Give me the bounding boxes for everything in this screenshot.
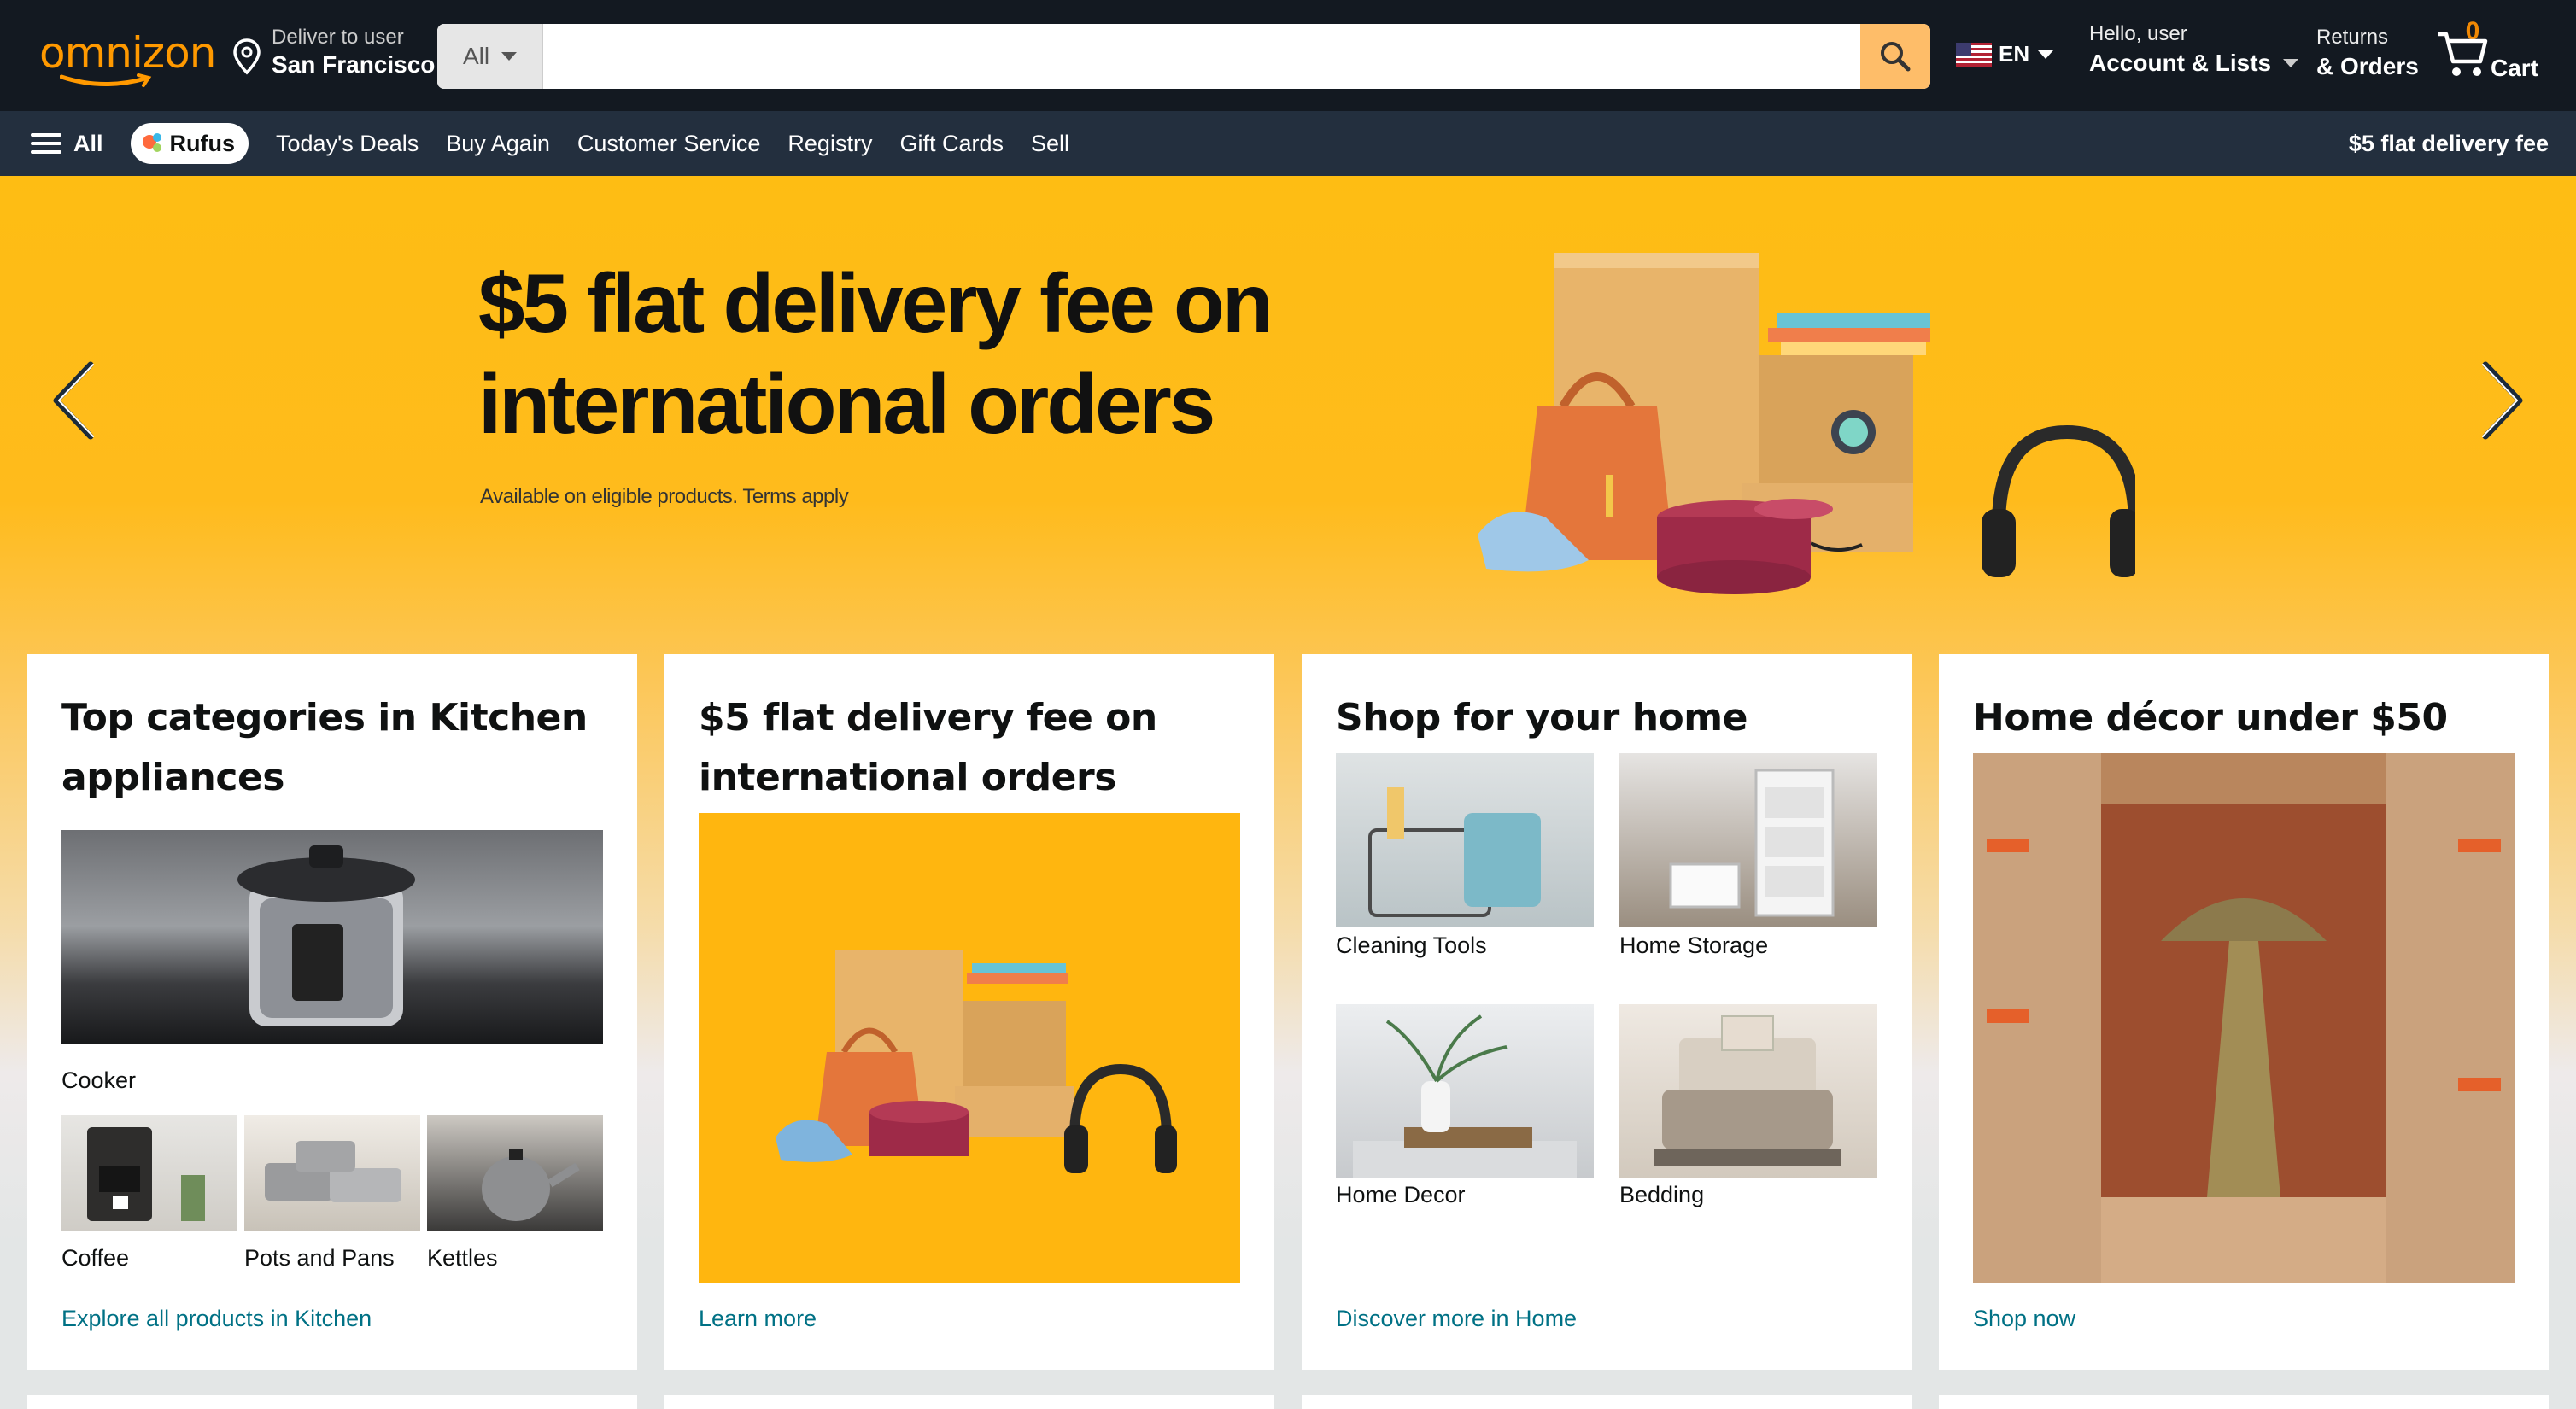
card-home-decor-under-50: Home décor under $50 Shop now — [1939, 654, 2549, 1370]
cooker-image[interactable] — [61, 830, 603, 1044]
hero-title: $5 flat delivery fee on international or… — [478, 253, 1418, 454]
cart-button[interactable]: 0 Cart — [2436, 14, 2556, 91]
returns-label: Returns — [2316, 26, 2389, 49]
carousel-next-button[interactable] — [2468, 354, 2537, 447]
cleaning-tools-image[interactable] — [1336, 753, 1594, 927]
hero-subtitle: Available on eligible products. Terms ap… — [480, 485, 849, 508]
account-greeting: Hello, user — [2089, 22, 2187, 45]
shop-now-link[interactable]: Shop now — [1973, 1306, 2075, 1332]
search-icon — [1881, 42, 1911, 72]
next-row-card — [1939, 1395, 2549, 1409]
coffee-machine-icon — [87, 1127, 205, 1221]
deliver-label: Deliver to user — [272, 26, 404, 49]
card-title: Top categories in Kitchen appliances — [61, 696, 588, 799]
pots-and-pans-caption[interactable]: Pots and Pans — [244, 1245, 395, 1272]
language-selector[interactable]: EN — [1956, 41, 2054, 67]
nav-link-gift-cards[interactable]: Gift Cards — [899, 131, 1004, 157]
coffee-caption[interactable]: Coffee — [61, 1245, 129, 1272]
bedding-caption[interactable]: Bedding — [1619, 1182, 1704, 1208]
pots-icon — [265, 1141, 401, 1202]
us-flag-icon — [1956, 42, 1992, 67]
next-row-card — [664, 1395, 1274, 1409]
storage-cabinet-icon — [1669, 769, 1835, 917]
card-home-essentials: Shop for your home essentials Cleaning T… — [1302, 654, 1912, 1370]
nav-link-sell[interactable]: Sell — [1031, 131, 1069, 157]
nav-link-buy-again[interactable]: Buy Again — [446, 131, 550, 157]
search-scope-dropdown[interactable]: All — [437, 24, 543, 89]
rufus-icon — [142, 133, 163, 154]
all-menu-label: All — [73, 130, 103, 156]
nav-link-todays-deals[interactable]: Today's Deals — [276, 131, 419, 157]
orders-label: & Orders — [2316, 53, 2419, 79]
cart-icon — [2438, 32, 2488, 76]
products-illustration — [776, 950, 1177, 1173]
search-button[interactable] — [1860, 24, 1930, 89]
logo-text: omnizon — [39, 28, 216, 78]
card-title: Home décor under $50 — [1973, 696, 2448, 740]
pressure-cooker-icon — [237, 845, 415, 1026]
cleaning-tools-caption[interactable]: Cleaning Tools — [1336, 933, 1487, 959]
caret-down-icon — [501, 52, 518, 61]
bed-icon — [1654, 1015, 1841, 1166]
cleaning-basket-icon — [1368, 787, 1541, 917]
returns-and-orders[interactable]: Returns & Orders — [2316, 26, 2419, 80]
hero-title-line-2: international orders — [478, 357, 1215, 451]
kettles-caption[interactable]: Kettles — [427, 1245, 498, 1272]
discover-home-link[interactable]: Discover more in Home — [1336, 1306, 1577, 1332]
home-decor-caption[interactable]: Home Decor — [1336, 1182, 1466, 1208]
chevron-left-icon — [53, 361, 94, 440]
search-input[interactable] — [543, 24, 1860, 89]
hamburger-menu-icon — [31, 133, 61, 154]
account-lists-label: Account & Lists — [2089, 50, 2272, 76]
cooker-caption[interactable]: Cooker — [61, 1067, 136, 1094]
search-scope-label: All — [462, 43, 490, 69]
delivery-fee-promo-link[interactable]: $5 flat delivery fee — [2349, 131, 2549, 157]
next-row-card — [1302, 1395, 1912, 1409]
home-decor-image[interactable] — [1336, 1004, 1594, 1178]
bedding-image[interactable] — [1619, 1004, 1877, 1178]
all-menu-button[interactable]: All — [31, 131, 103, 157]
search-bar: All — [437, 24, 1930, 89]
hero-title-line-1: $5 flat delivery fee on — [478, 256, 1273, 350]
kettles-image[interactable] — [427, 1115, 603, 1231]
account-and-lists[interactable]: Hello, user Account & Lists — [2089, 22, 2299, 77]
caret-down-icon — [2283, 59, 2299, 67]
location-pin-icon — [233, 38, 261, 75]
next-row-card — [27, 1395, 637, 1409]
pots-and-pans-image[interactable] — [244, 1115, 420, 1231]
nav-link-customer-service[interactable]: Customer Service — [577, 131, 761, 157]
omnizon-logo[interactable]: omnizon — [39, 28, 216, 87]
card-kitchen-appliances: Top categories in Kitchen appliances Coo… — [27, 654, 637, 1370]
carousel-prev-button[interactable] — [39, 354, 108, 447]
card-delivery-fee: $5 flat delivery fee on international or… — [664, 654, 1274, 1370]
rufus-button[interactable]: Rufus — [130, 123, 249, 164]
lamp-in-boxes-icon — [1973, 753, 2515, 1283]
home-decor-under-50-image[interactable] — [1973, 753, 2515, 1283]
learn-more-link[interactable]: Learn more — [699, 1306, 817, 1332]
nav-link-registry[interactable]: Registry — [787, 131, 872, 157]
deliver-city: San Francisco — [272, 51, 436, 78]
kettle-icon — [482, 1149, 580, 1221]
chevron-right-icon — [2482, 361, 2523, 440]
hero-products-illustration — [1478, 253, 2135, 594]
top-navigation-bar: omnizon Deliver to user San Francisco Al… — [0, 0, 2576, 111]
delivery-fee-image[interactable] — [699, 813, 1240, 1283]
coffee-image[interactable] — [61, 1115, 237, 1231]
vase-plant-icon — [1353, 1014, 1577, 1178]
logo-smile-icon — [60, 73, 152, 87]
home-storage-caption[interactable]: Home Storage — [1619, 933, 1768, 959]
cart-label: Cart — [2491, 55, 2539, 81]
caret-down-icon — [2038, 50, 2054, 59]
rufus-label: Rufus — [169, 130, 236, 156]
secondary-navigation-bar: All Rufus Today's Deals Buy Again Custom… — [0, 111, 2576, 176]
explore-kitchen-link[interactable]: Explore all products in Kitchen — [61, 1306, 372, 1332]
card-title: $5 flat delivery fee on international or… — [699, 696, 1157, 799]
language-code: EN — [1999, 41, 2030, 67]
home-storage-image[interactable] — [1619, 753, 1877, 927]
